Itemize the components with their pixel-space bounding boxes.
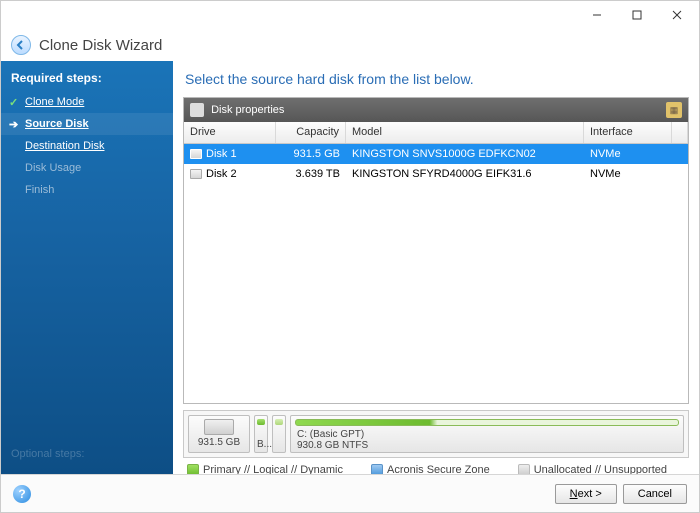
col-model[interactable]: Model <box>346 122 584 143</box>
minimize-button[interactable] <box>577 2 617 28</box>
window-header: Clone Disk Wizard <box>1 29 699 61</box>
step-label: Clone Mode <box>25 96 84 108</box>
footer: ? Next > Cancel <box>1 474 699 512</box>
step-source-disk[interactable]: ➔ Source Disk <box>1 113 173 135</box>
drive-icon <box>190 169 202 179</box>
cancel-button[interactable]: Cancel <box>623 484 687 504</box>
step-finish: Finish <box>1 179 173 201</box>
col-capacity[interactable]: Capacity <box>276 122 346 143</box>
step-label: Disk Usage <box>25 162 81 174</box>
help-button[interactable]: ? <box>13 485 31 503</box>
disk-map: 931.5 GB B... C: (Basic GPT) 930.8 GB NT… <box>183 410 689 458</box>
cell-capacity: 931.5 GB <box>276 148 346 160</box>
partition-size: 930.8 GB NTFS <box>297 440 679 451</box>
cell-capacity: 3.639 TB <box>276 168 346 180</box>
next-button[interactable]: Next > <box>555 484 617 504</box>
app-logo-icon <box>11 35 31 55</box>
sidebar-section-title: Required steps: <box>1 67 173 91</box>
sidebar: Required steps: ✓ Clone Mode ➔ Source Di… <box>1 61 173 476</box>
col-drive[interactable]: Drive <box>184 122 276 143</box>
column-chooser-button[interactable]: ▦ <box>666 102 682 118</box>
cell-interface: NVMe <box>584 148 672 160</box>
drive-icon <box>190 149 202 159</box>
disk-row[interactable]: Disk 1 931.5 GB KINGSTON SNVS1000G EDFKC… <box>184 144 688 164</box>
disk-map-total: 931.5 GB <box>198 437 240 448</box>
cell-model: KINGSTON SFYRD4000G EIFK31.6 <box>346 168 584 180</box>
partition-label: C: (Basic GPT) <box>297 429 679 440</box>
boot-label: B... <box>257 439 272 450</box>
arrow-right-icon: ➔ <box>9 118 18 131</box>
disk-map-main-partition[interactable]: C: (Basic GPT) 930.8 GB NTFS <box>290 415 684 453</box>
disk-map-small-partition[interactable] <box>272 415 286 453</box>
cell-interface: NVMe <box>584 168 672 180</box>
disk-map-boot-partition[interactable]: B... <box>254 415 268 453</box>
disk-panel: Disk properties ▦ Drive Capacity Model I… <box>183 97 689 404</box>
disk-row[interactable]: Disk 2 3.639 TB KINGSTON SFYRD4000G EIFK… <box>184 164 688 184</box>
cell-drive: Disk 1 <box>206 148 237 160</box>
step-label: Source Disk <box>25 118 89 130</box>
hdd-icon <box>204 419 234 435</box>
disk-map-drive[interactable]: 931.5 GB <box>188 415 250 453</box>
step-destination-disk[interactable]: Destination Disk <box>1 135 173 157</box>
step-disk-usage: Disk Usage <box>1 157 173 179</box>
disk-icon <box>190 103 204 117</box>
titlebar <box>1 1 699 29</box>
page-heading: Select the source hard disk from the lis… <box>183 67 689 97</box>
maximize-button[interactable] <box>617 2 657 28</box>
checkmark-icon: ✓ <box>9 96 18 109</box>
col-end <box>672 122 688 143</box>
table-header: Drive Capacity Model Interface <box>184 122 688 144</box>
sidebar-optional-title: Optional steps: <box>11 448 84 460</box>
cell-model: KINGSTON SNVS1000G EDFKCN02 <box>346 148 584 160</box>
cell-drive: Disk 2 <box>206 168 237 180</box>
step-clone-mode[interactable]: ✓ Clone Mode <box>1 91 173 113</box>
panel-title: Disk properties <box>211 104 284 116</box>
step-label: Finish <box>25 184 54 196</box>
col-interface[interactable]: Interface <box>584 122 672 143</box>
step-label: Destination Disk <box>25 140 104 152</box>
main-area: Select the source hard disk from the lis… <box>173 61 699 476</box>
panel-header: Disk properties ▦ <box>184 98 688 122</box>
window-title: Clone Disk Wizard <box>39 37 162 54</box>
close-button[interactable] <box>657 2 697 28</box>
disk-list: Disk 1 931.5 GB KINGSTON SNVS1000G EDFKC… <box>184 144 688 403</box>
